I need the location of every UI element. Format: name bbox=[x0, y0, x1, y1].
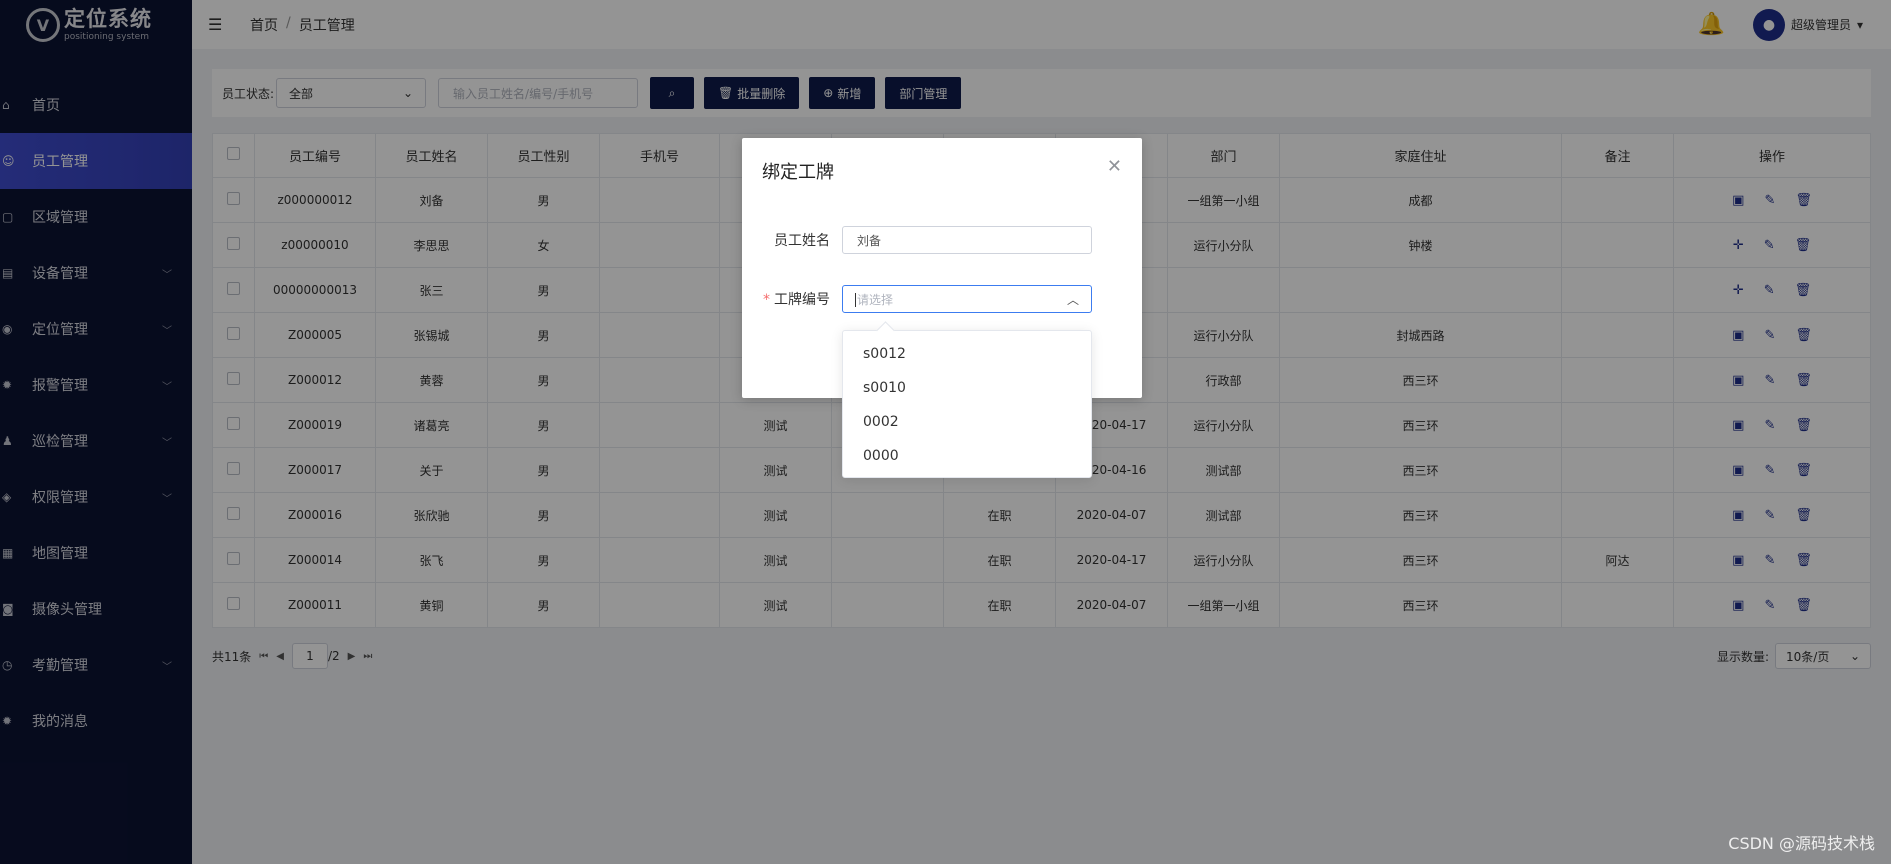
dropdown-option[interactable]: s0010 bbox=[843, 371, 1091, 405]
text-cursor bbox=[855, 293, 856, 307]
dialog-title: 绑定工牌 bbox=[762, 162, 834, 183]
chevron-up-icon: ︿ bbox=[1066, 292, 1079, 307]
watermark: CSDN @源码技术栈 bbox=[1728, 834, 1875, 853]
badge-options-dropdown: s0012 s0010 0002 0000 bbox=[842, 330, 1092, 478]
employee-name-field[interactable]: 刘备 bbox=[842, 226, 1092, 254]
required-mark: * bbox=[763, 292, 770, 308]
close-icon[interactable]: ✕ bbox=[1107, 156, 1122, 177]
dropdown-option[interactable]: 0002 bbox=[843, 405, 1091, 439]
badge-number-select[interactable]: 请选择 ︿ bbox=[842, 285, 1092, 313]
badge-number-label-text: 工牌编号 bbox=[774, 292, 830, 308]
form-row-name: 员工姓名 刘备 bbox=[762, 226, 1092, 254]
dropdown-option[interactable]: 0000 bbox=[843, 439, 1091, 473]
form-row-badge: * 工牌编号 请选择 ︿ bbox=[762, 285, 1092, 313]
badge-placeholder: 请选择 bbox=[857, 292, 894, 307]
badge-number-label: * 工牌编号 bbox=[762, 289, 842, 309]
dropdown-option[interactable]: s0012 bbox=[843, 337, 1091, 371]
employee-name-label: 员工姓名 bbox=[774, 233, 830, 249]
